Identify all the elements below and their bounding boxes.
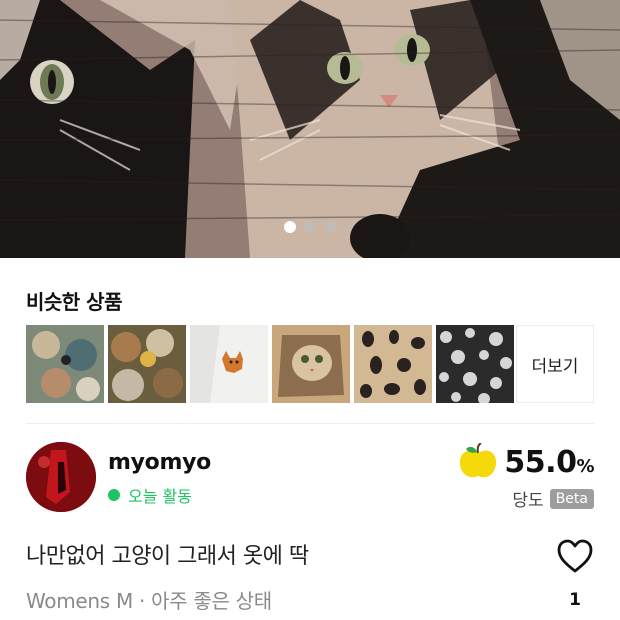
avatar-image: [26, 442, 96, 512]
heart-icon: [557, 539, 593, 573]
like-count: 1: [569, 590, 581, 610]
product-title: 나만없어 고양이 그래서 옷에 딱: [26, 544, 309, 569]
similar-products-list: [26, 325, 514, 403]
insect-print-image: [354, 325, 432, 403]
apple-icon: [460, 443, 497, 478]
cat-tapestry-image: [0, 0, 620, 258]
more-similar-button[interactable]: 더보기: [516, 325, 594, 403]
carousel-dot[interactable]: [324, 221, 336, 233]
similar-products-title: 비슷한 상품: [26, 290, 122, 314]
product-meta: Womens M · 아주 좋은 상태: [26, 589, 272, 613]
carousel-dot-active[interactable]: [284, 221, 296, 233]
section-divider: [26, 423, 594, 424]
like-button[interactable]: [556, 538, 594, 574]
similar-product-thumb[interactable]: [272, 325, 350, 403]
similar-product-thumb[interactable]: [108, 325, 186, 403]
sweetness-value: 55.0: [504, 444, 577, 480]
similar-product-thumb[interactable]: [190, 325, 268, 403]
sweetness-label-row: 당도 Beta: [512, 486, 594, 511]
cat-embroidery-image: [190, 325, 268, 403]
floral-fabric-image: [26, 325, 104, 403]
carousel-dots: [0, 221, 620, 233]
online-dot-icon: [108, 489, 120, 501]
similar-product-thumb[interactable]: [436, 325, 514, 403]
carousel-dot[interactable]: [304, 221, 316, 233]
sweetness-label: 당도: [512, 491, 544, 511]
similar-product-thumb[interactable]: [26, 325, 104, 403]
cat-photo-image: [272, 325, 350, 403]
seller-name[interactable]: myomyo: [108, 450, 211, 475]
beta-badge: Beta: [549, 488, 594, 509]
activity-label: 오늘 활동: [128, 487, 192, 506]
sweetness-value-wrap: 55.0%: [504, 445, 594, 480]
sweetness-unit: %: [576, 455, 594, 477]
vintage-floral-image: [108, 325, 186, 403]
seller-avatar[interactable]: [26, 442, 96, 512]
similar-product-thumb[interactable]: [354, 325, 432, 403]
black-white-print-image: [436, 325, 514, 403]
sweetness-score[interactable]: 55.0%: [458, 443, 594, 481]
seller-activity-status: 오늘 활동: [108, 483, 192, 507]
product-image-carousel[interactable]: [0, 0, 620, 258]
